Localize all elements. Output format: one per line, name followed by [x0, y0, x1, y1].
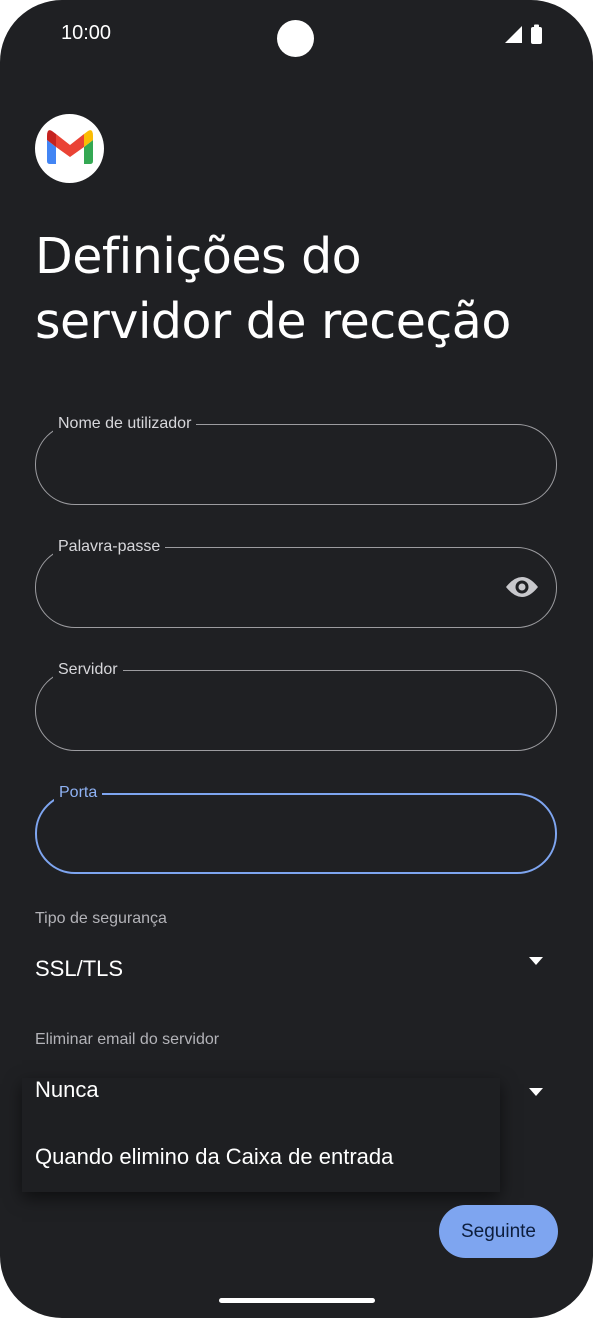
- password-field[interactable]: Palavra-passe: [35, 537, 557, 628]
- username-label: Nome de utilizador: [53, 414, 197, 434]
- status-time: 10:00: [61, 22, 112, 44]
- security-type-value[interactable]: SSL/TLS: [35, 956, 123, 982]
- password-label: Palavra-passe: [53, 537, 166, 557]
- port-label: Porta: [54, 783, 103, 803]
- username-field[interactable]: Nome de utilizador: [35, 414, 557, 505]
- delete-email-value[interactable]: Nunca: [35, 1077, 99, 1103]
- navigation-handle[interactable]: [219, 1298, 375, 1303]
- page-title-line: Definições do: [35, 228, 362, 285]
- signal-icon: [505, 26, 522, 43]
- page-title-line: servidor de receção: [35, 293, 511, 350]
- battery-icon: [531, 27, 542, 44]
- delete-email-label: Eliminar email do servidor: [35, 1031, 220, 1048]
- page-title: Definições do servidor de receção: [35, 224, 575, 354]
- server-field[interactable]: Servidor: [35, 660, 557, 751]
- phone-screen: 10:00 Definições do servidor de receção …: [0, 0, 593, 1318]
- dropdown-option-inbox-delete[interactable]: Quando elimino da Caixa de entrada: [35, 1144, 393, 1170]
- next-button[interactable]: Seguinte: [439, 1205, 558, 1258]
- port-field[interactable]: Porta: [35, 783, 557, 874]
- eye-icon[interactable]: [505, 575, 539, 604]
- dropdown-arrow-icon[interactable]: [528, 1084, 544, 1102]
- security-type-label: Tipo de segurança: [35, 910, 167, 927]
- status-icons: [503, 24, 548, 51]
- gmail-logo: [35, 114, 104, 183]
- front-camera: [277, 20, 314, 57]
- server-label: Servidor: [53, 660, 123, 680]
- dropdown-arrow-icon[interactable]: [528, 953, 544, 971]
